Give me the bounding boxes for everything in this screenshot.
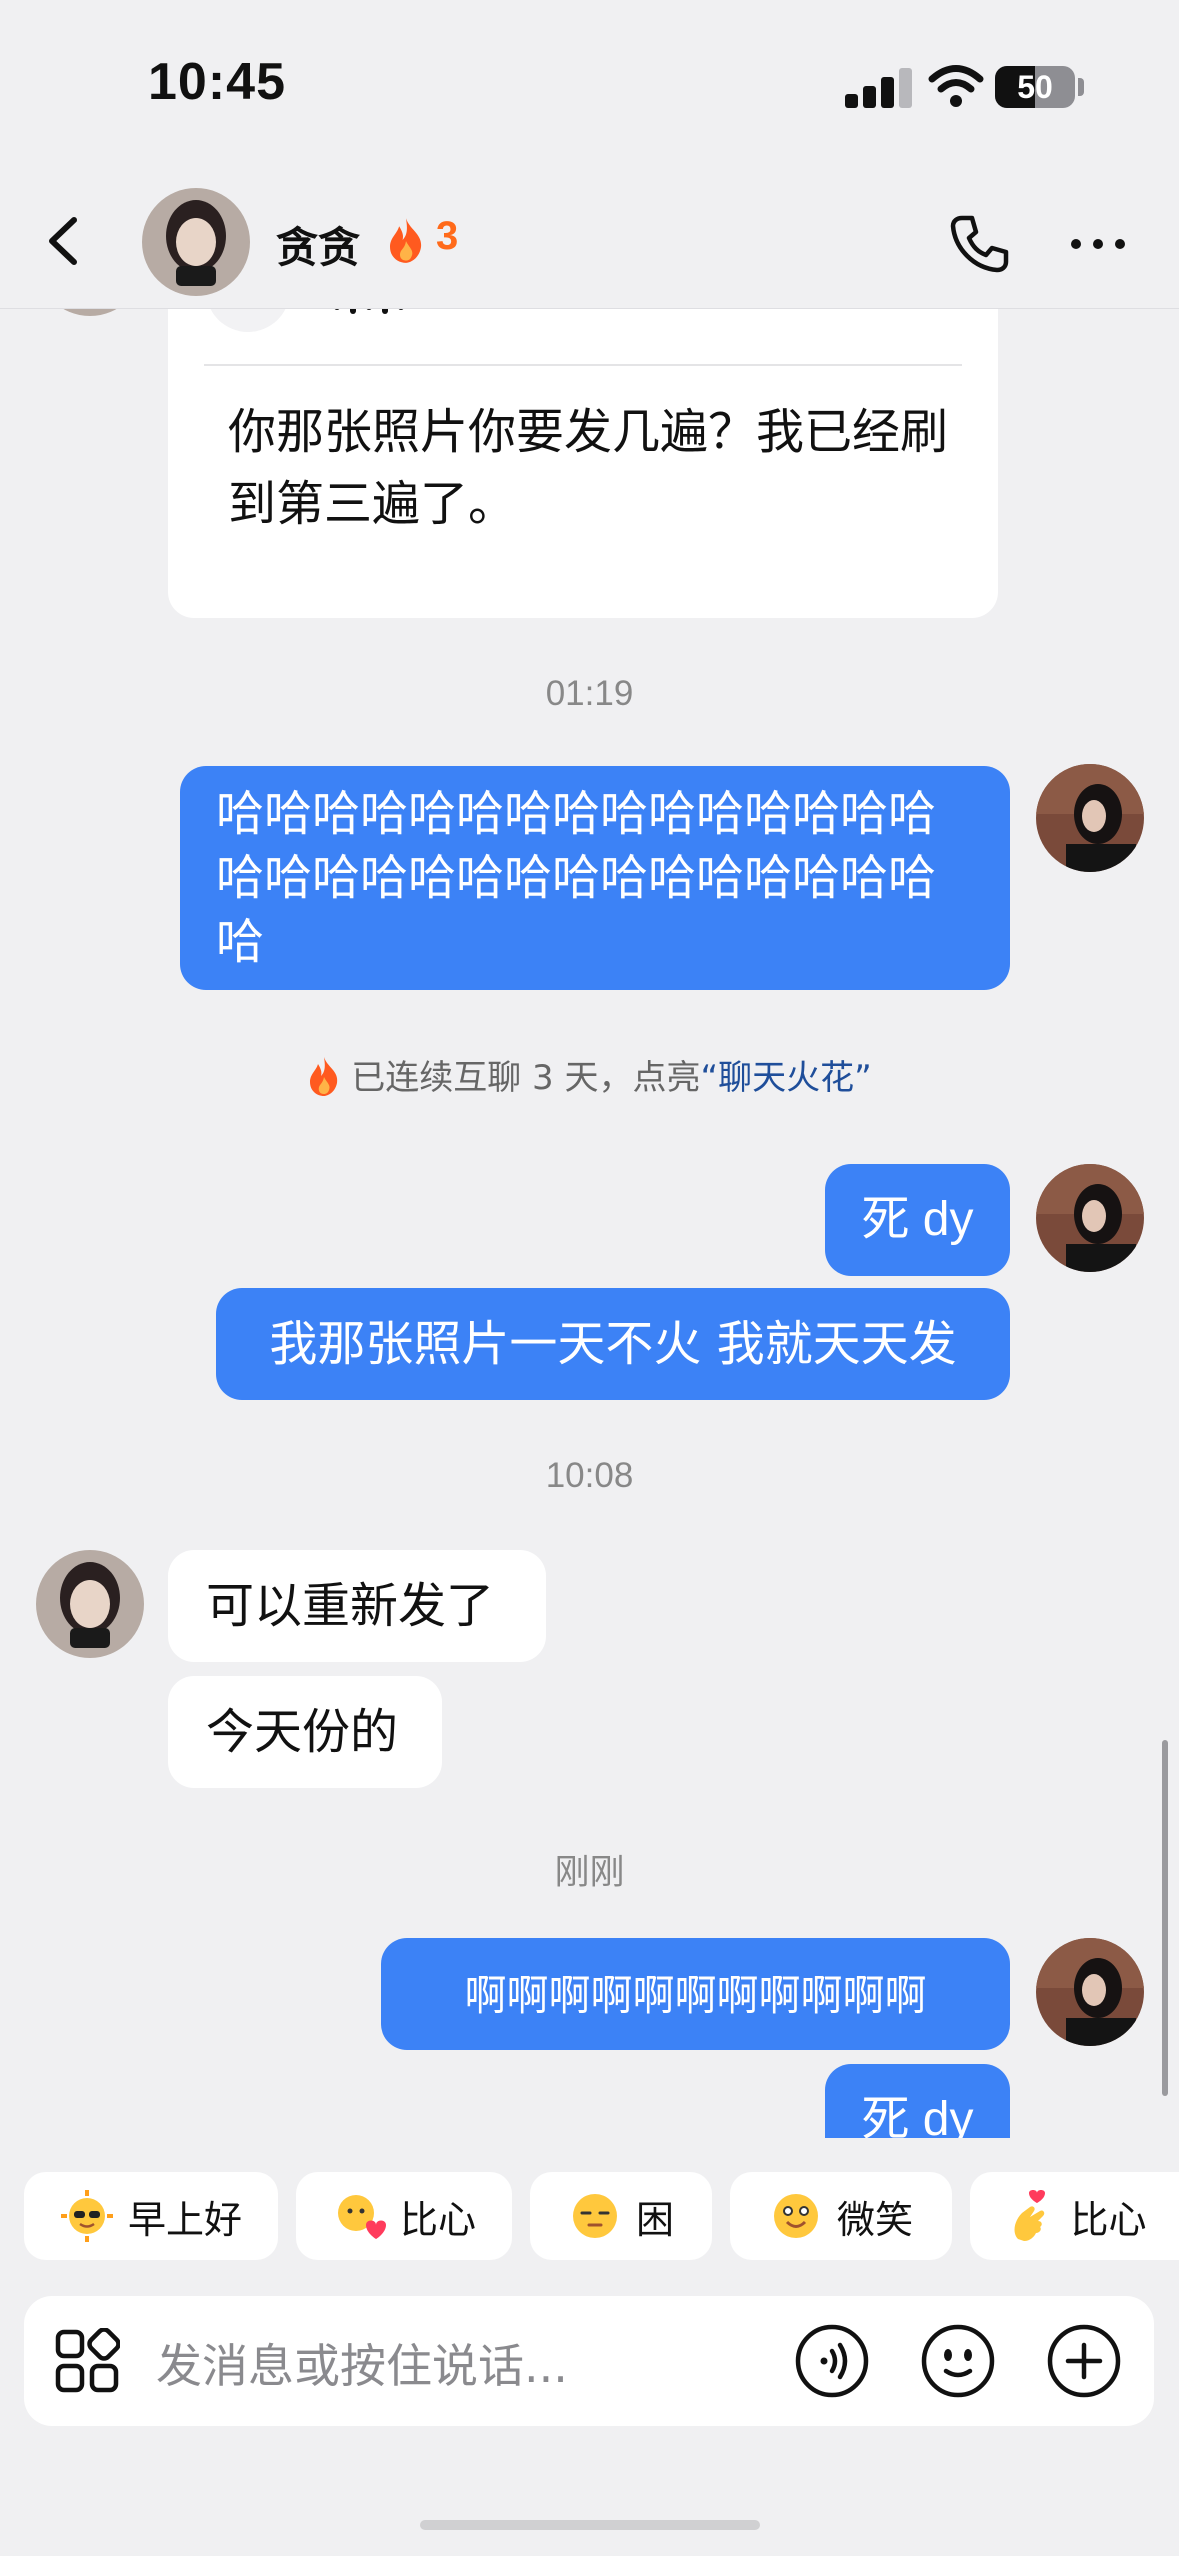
message-bubble-resend[interactable]: 可以重新发了 — [168, 1550, 546, 1662]
message-bubble-ah[interactable]: 啊啊啊啊啊啊啊啊啊啊啊 — [381, 1938, 1010, 2050]
my-avatar[interactable] — [1036, 1938, 1144, 2046]
streak-link[interactable]: “聊天火花” — [701, 1058, 872, 1098]
status-time: 10:45 — [148, 53, 286, 111]
voice-waveform-icon — [334, 308, 404, 314]
my-avatar[interactable] — [1036, 1164, 1144, 1272]
wifi-icon — [928, 65, 984, 107]
message-bubble-photo[interactable]: 我那张照片一天不火 我就天天发 — [216, 1288, 1010, 1400]
battery-icon: 50 — [995, 66, 1075, 108]
streak-fire-icon — [390, 218, 422, 263]
quick-reply-sleepy[interactable]: 困 — [530, 2172, 712, 2260]
contact-avatar[interactable] — [36, 1550, 144, 1658]
quick-reply-label: 比心 — [399, 2197, 476, 2242]
emoji-picker-icon[interactable] — [920, 2323, 996, 2399]
streak-notice: 已连续互聊 3 天，点亮“聊天火花” — [0, 1050, 1179, 1099]
battery-level: 50 — [1017, 69, 1053, 105]
more-options-icon[interactable] — [1070, 238, 1126, 250]
quick-reply-heart-2[interactable]: 比心 — [970, 2172, 1179, 2260]
phone-call-icon[interactable] — [948, 212, 1010, 274]
timestamp: 01:19 — [545, 674, 634, 713]
contact-name[interactable]: 贪贪 — [276, 214, 360, 275]
message-list[interactable]: 4" 你那张照片你要发几遍？我已经刷到第三遍了。 01:19 哈哈哈哈哈哈哈哈哈… — [0, 308, 1179, 2138]
contact-avatar[interactable] — [36, 308, 144, 316]
voice-message-card[interactable]: 4" 你那张照片你要发几遍？我已经刷到第三遍了。 — [168, 308, 998, 618]
message-input[interactable]: 发消息或按住说话... — [156, 2330, 756, 2396]
sun-sunglasses-emoji-icon — [60, 2190, 113, 2242]
voice-input-icon[interactable] — [794, 2323, 870, 2399]
sleepy-emoji-icon — [572, 2194, 617, 2238]
quick-reply-label: 比心 — [1070, 2197, 1147, 2242]
quick-reply-heart[interactable]: 比心 — [296, 2172, 512, 2260]
quick-reply-good-morning[interactable]: 早上好 — [24, 2172, 278, 2260]
home-indicator — [420, 2520, 760, 2530]
streak-text: 已连续互聊 3 天，点亮 — [351, 1058, 701, 1098]
heart-hands-emoji-icon — [337, 2195, 386, 2239]
message-bubble-si-dy-2[interactable]: 死 dy — [825, 2064, 1010, 2138]
voice-divider — [204, 364, 962, 366]
scrollbar[interactable] — [1162, 1740, 1168, 2096]
header-avatar[interactable] — [142, 188, 250, 296]
back-chevron-icon[interactable] — [40, 216, 90, 266]
timestamp: 10:08 — [545, 1456, 634, 1495]
smile-emoji-icon — [773, 2194, 818, 2238]
quick-reply-label: 早上好 — [127, 2197, 242, 2242]
fire-icon — [310, 1057, 338, 1096]
message-bubble-today[interactable]: 今天份的 — [168, 1676, 442, 1788]
message-input-bar: 发消息或按住说话... — [24, 2296, 1154, 2426]
my-avatar[interactable] — [1036, 764, 1144, 872]
finger-heart-emoji-icon — [1014, 2190, 1046, 2241]
battery-tip — [1078, 78, 1084, 96]
timestamp: 刚刚 — [554, 1853, 625, 1892]
cellular-signal-icon — [845, 66, 915, 108]
add-plus-icon[interactable] — [1046, 2323, 1122, 2399]
play-button[interactable] — [206, 308, 290, 332]
voice-transcript: 你那张照片你要发几遍？我已经刷到第三遍了。 — [228, 404, 949, 532]
quick-reply-label: 微笑 — [836, 2197, 913, 2242]
message-bubble-si-dy[interactable]: 死 dy — [825, 1164, 1010, 1276]
play-icon — [206, 308, 290, 332]
quick-reply-label: 困 — [635, 2197, 674, 2242]
apps-grid-icon[interactable] — [54, 2328, 120, 2394]
streak-count: 3 — [436, 214, 459, 258]
quick-reply-smile[interactable]: 微笑 — [730, 2172, 952, 2260]
message-bubble-ha[interactable]: 哈哈哈哈哈哈哈哈哈哈哈哈哈哈哈哈哈哈哈哈哈哈哈哈哈哈哈哈哈哈哈 — [180, 766, 1010, 990]
chat-header: 贪贪 3 — [0, 170, 1179, 309]
